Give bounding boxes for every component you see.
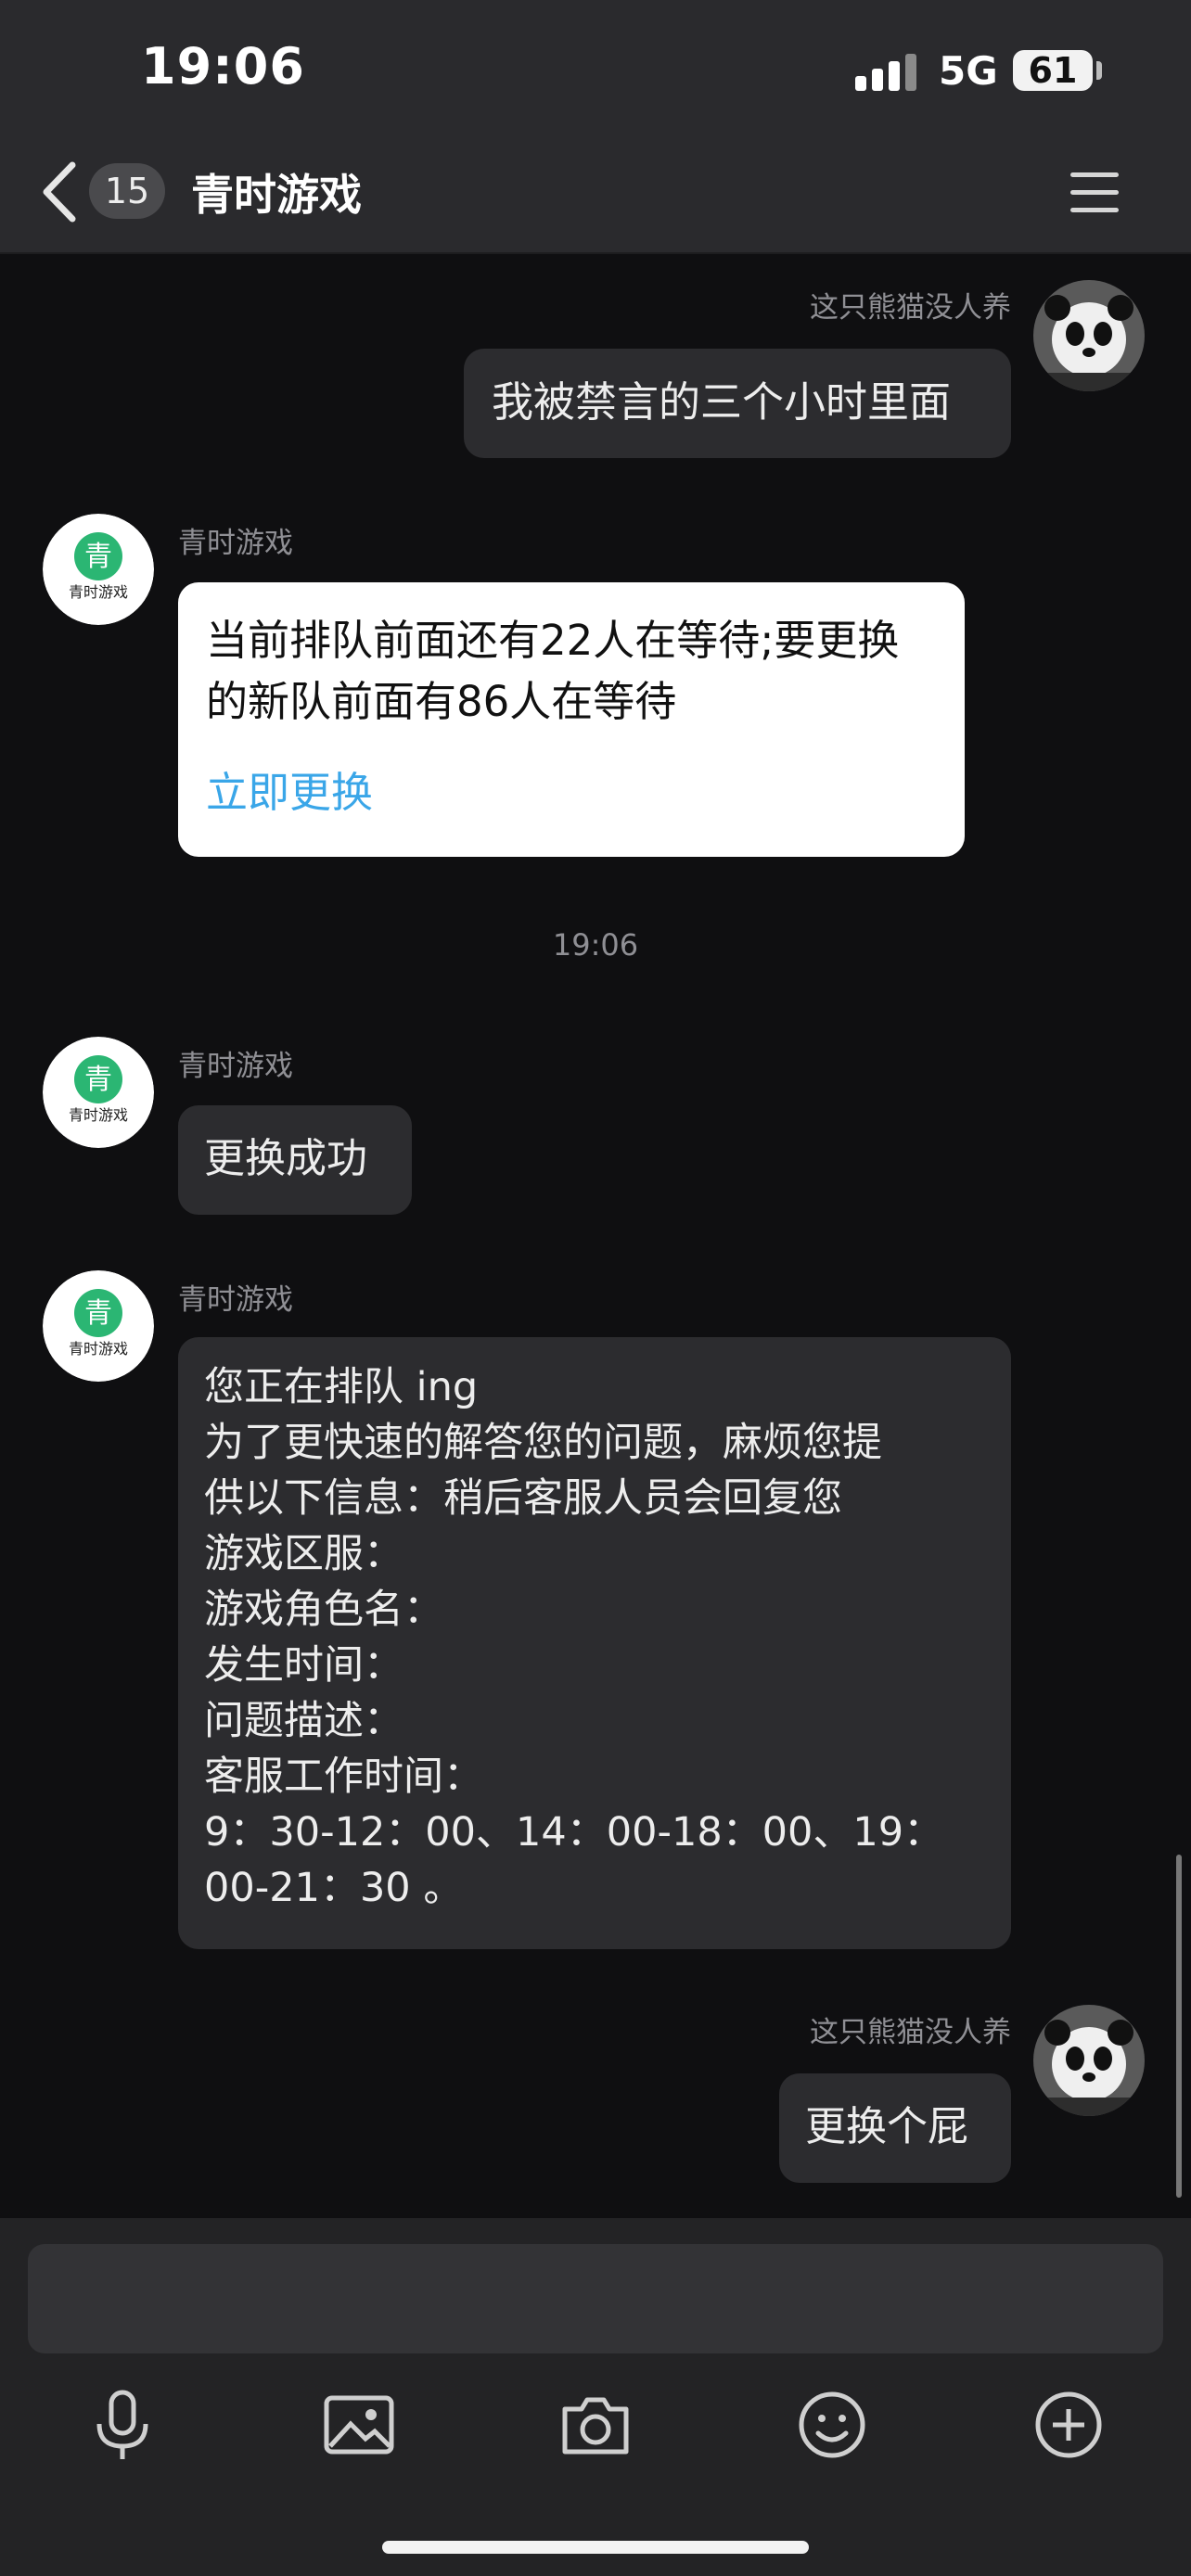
input-area bbox=[0, 2218, 1191, 2576]
message-bubble: 更换个屁 bbox=[779, 2073, 1011, 2183]
info-line: 00-21：30 。 bbox=[204, 1865, 464, 1911]
back-chevron-icon[interactable] bbox=[37, 159, 83, 224]
svg-text:青时游戏: 青时游戏 bbox=[69, 1340, 128, 1358]
svg-text:青: 青 bbox=[84, 1064, 112, 1096]
network-label: 5G bbox=[939, 48, 998, 94]
info-line: 游戏区服： bbox=[204, 1531, 403, 1577]
avatar-brand-text: 青时游戏 bbox=[69, 583, 128, 601]
top-bar: 19:06 5G 61 15 青时游戏 bbox=[0, 0, 1191, 254]
emoji-icon[interactable] bbox=[790, 2383, 874, 2467]
microphone-icon[interactable] bbox=[81, 2383, 164, 2467]
battery-icon: 61 bbox=[1013, 50, 1093, 91]
camera-icon[interactable] bbox=[554, 2383, 637, 2467]
info-request-bubble: 您正在排队 ing 为了更快速的解答您的问题，麻烦您提 供以下信息：稍后客服人员… bbox=[178, 1337, 1011, 1949]
signal-icon bbox=[855, 54, 920, 91]
message-bubble: 我被禁言的三个小时里面 bbox=[464, 349, 1011, 458]
info-line: 9：30-12：00、14：00-18：00、19： bbox=[204, 1809, 944, 1855]
scrollbar[interactable] bbox=[1176, 1855, 1182, 2198]
info-line: 供以下信息：稍后客服人员会回复您 bbox=[204, 1475, 842, 1522]
sender-name: 这只熊猫没人养 bbox=[810, 2016, 1011, 2049]
switch-now-link[interactable]: 立即更换 bbox=[206, 762, 937, 823]
panda-avatar[interactable] bbox=[1033, 2005, 1145, 2116]
sender-name: 青时游戏 bbox=[178, 527, 293, 560]
sender-name: 这只熊猫没人养 bbox=[810, 291, 1011, 325]
info-line: 发生时间： bbox=[204, 1642, 403, 1689]
menu-icon[interactable] bbox=[1070, 172, 1119, 213]
info-line: 游戏角色名： bbox=[204, 1587, 443, 1633]
chat-title: 青时游戏 bbox=[191, 170, 362, 220]
qingshi-avatar[interactable]: 青 青时游戏 bbox=[43, 1270, 154, 1382]
plus-icon[interactable] bbox=[1027, 2383, 1110, 2467]
home-indicator[interactable] bbox=[382, 2541, 809, 2554]
queue-line-1: 当前排队前面还有22人在等待;要更换 bbox=[206, 616, 900, 665]
queue-line-2: 的新队前面有86人在等待 bbox=[206, 677, 677, 726]
svg-text:青时游戏: 青时游戏 bbox=[69, 1106, 128, 1124]
info-line: 为了更快速的解答您的问题，麻烦您提 bbox=[204, 1420, 882, 1466]
qingshi-avatar[interactable]: 青 青时游戏 bbox=[43, 514, 154, 625]
svg-text:青: 青 bbox=[84, 541, 112, 573]
unread-count-badge[interactable]: 15 bbox=[89, 163, 165, 219]
sender-name: 青时游戏 bbox=[178, 1050, 293, 1083]
svg-text:青: 青 bbox=[84, 1297, 112, 1330]
info-line: 问题描述： bbox=[204, 1698, 403, 1744]
message-text: 我被禁言的三个小时里面 bbox=[492, 377, 952, 427]
message-text: 更换成功 bbox=[204, 1135, 367, 1182]
panda-avatar[interactable] bbox=[1033, 280, 1145, 391]
message-timestamp: 19:06 bbox=[552, 927, 639, 963]
qingshi-avatar[interactable]: 青 青时游戏 bbox=[43, 1037, 154, 1148]
message-text: 更换个屁 bbox=[805, 2103, 968, 2150]
sender-name: 青时游戏 bbox=[178, 1283, 293, 1317]
info-line: 您正在排队 ing bbox=[204, 1364, 479, 1410]
queue-card: 当前排队前面还有22人在等待;要更换 的新队前面有86人在等待 立即更换 bbox=[178, 582, 965, 857]
status-time: 19:06 bbox=[141, 37, 305, 96]
message-input[interactable] bbox=[28, 2244, 1163, 2353]
info-line: 客服工作时间： bbox=[204, 1753, 483, 1800]
image-icon[interactable] bbox=[317, 2383, 401, 2467]
message-bubble: 更换成功 bbox=[178, 1105, 412, 1215]
battery-tip bbox=[1096, 61, 1102, 80]
